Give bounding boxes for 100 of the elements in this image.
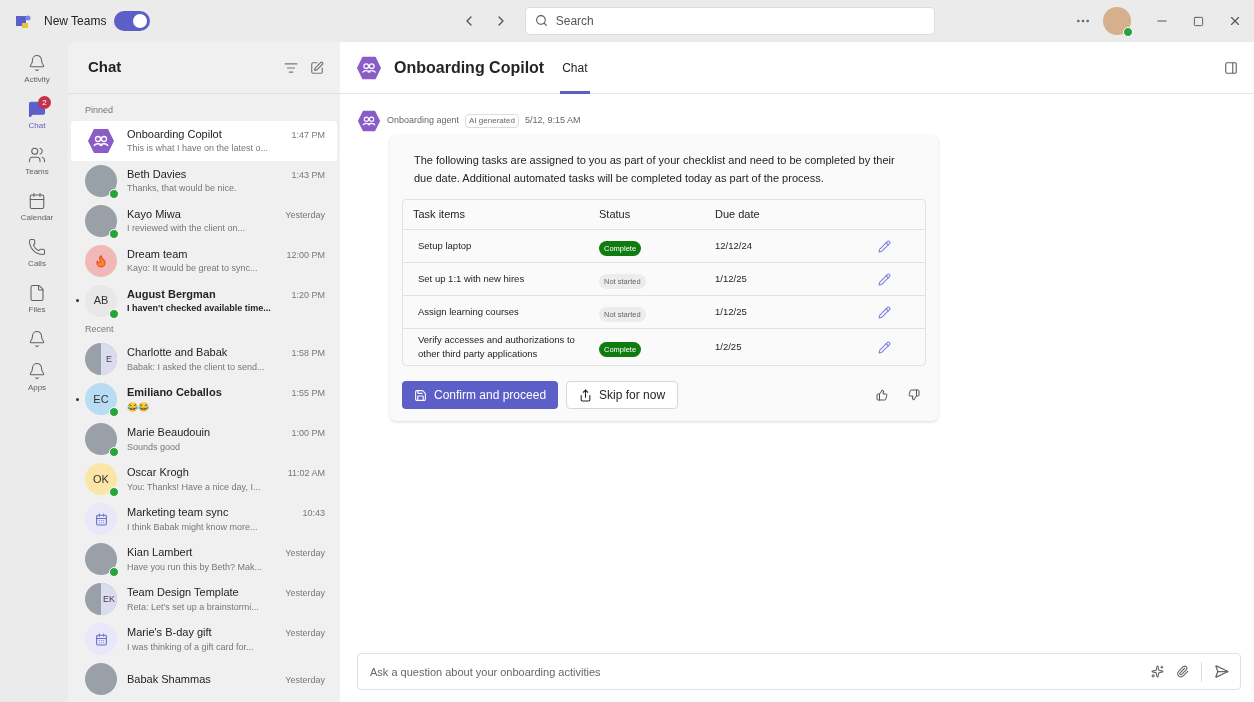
chat-preview: I reviewed with the client on... [127,222,247,235]
chat-name: Charlotte and Babak [127,345,229,360]
chat-time: Yesterday [285,547,325,560]
column-header: Task items [413,207,466,223]
sparkle-icon[interactable] [1151,665,1164,678]
rail-item[interactable]: Chat 2 [11,96,63,132]
avatar-silhouette [85,663,117,695]
rail-item[interactable]: Activity [11,50,63,86]
chat-time: 1:58 PM [291,347,325,360]
chat-list-item[interactable]: Beth Davies 1:43 PM Thanks, that would be nice. [71,160,337,201]
chat-list-item[interactable]: Kian Lambert Yesterday Have you run this by Beth? Mak... [71,539,337,579]
message-composer[interactable]: Ask a question about your onboarding activities [357,653,1241,690]
chat-time: 1:55 PM [291,387,325,400]
chat-preview: I think Babak might know more... [127,520,259,534]
chat-list-item[interactable]: OK Oscar Krogh 11:02 AM You: Thanks! Have a nice day, I... [71,459,337,499]
avatar-silhouette [85,543,117,575]
maximize-icon[interactable] [1193,15,1204,27]
chat-time: Yesterday [285,673,325,687]
sender-name: Onboarding agent [387,114,460,128]
task-name: Setup laptop [417,239,473,253]
file-icon [28,284,46,302]
chat-name: Marie Beaudouin [127,425,212,440]
edit-icon[interactable] [878,340,891,354]
chat-name: Emiliano Ceballos [127,385,223,400]
initials-avatar: OK [85,463,117,495]
side-panel-icon[interactable] [1224,60,1238,75]
ai-generated-tag: AI generated [465,114,519,128]
chat-time: 1:47 PM [291,128,325,142]
rail-item[interactable]: Teams [11,142,63,178]
message-text: The following tasks are assigned to you as part of your checklist and need to be completed by their due date. Additional automated tasks will be completed today as part of the process. [413,153,896,186]
chat-list-item[interactable]: Kayo Miwa Yesterday I reviewed with the client on... [71,200,337,241]
avatar-silhouette [85,164,117,197]
chat-list-item[interactable]: EC Emiliano Ceballos 1:55 PM 😂😂 [71,379,337,419]
thumbs-up-icon[interactable] [876,389,888,401]
new-teams-toggle[interactable] [114,11,151,31]
share-icon [579,388,593,402]
chat-list-item[interactable]: Marketing team sync 10:43 I think Babak might know more... [71,499,337,539]
confirm-button[interactable]: Confirm and proceed [402,381,559,409]
chat-time: 1:20 PM [291,288,325,302]
chat-time: Yesterday [285,587,325,600]
chat-list-item[interactable]: Marie Beaudouin 1:00 PM Sounds good [71,419,337,459]
chat-preview: I was thinking of a gift card for... [127,640,255,654]
task-name: Assign learning courses [417,305,520,319]
conversation-title: Onboarding Copilot [394,57,545,78]
column-header: Status [599,207,632,223]
new-chat-icon[interactable] [310,60,324,75]
chat-name: Babak Shammas [127,671,212,687]
chat-preview: Kayo: It would be great to sync... [127,262,259,275]
filter-icon[interactable] [284,60,298,75]
chat-preview: 😂😂 [127,400,150,414]
chat-tab[interactable]: Chat [560,41,590,94]
chat-preview: Reta: Let's set up a brainstormi... [127,600,260,614]
agent-avatar [357,109,381,133]
avatar-silhouette [85,423,117,455]
profile-avatar[interactable] [1103,7,1131,35]
chat-list-item[interactable]: Babak Shammas Yesterday [71,659,337,699]
chat-time: 1:00 PM [291,427,325,440]
chat-list-item[interactable]: E Charlotte and Babak 1:58 PM Babak: I asked the client to send... [71,339,337,379]
chat-preview: Have you run this by Beth? Mak... [127,560,264,574]
edit-icon[interactable] [878,272,891,286]
chat-list-item[interactable]: Onboarding Copilot 1:47 PM This is what I have on the latest o... [71,120,337,161]
chat-time: Yesterday [285,627,325,640]
edit-icon[interactable] [878,239,891,253]
send-icon[interactable] [1214,664,1229,679]
chat-list-item[interactable]: EK Team Design Template Yesterday Reta: Let's set up a brainstormi... [71,579,337,619]
rail-item[interactable]: Files [11,280,63,316]
search-icon [534,14,548,27]
chat-name: Dream team [127,246,189,262]
search-field[interactable]: Search [524,7,935,35]
skip-button[interactable]: Skip for now [566,381,679,409]
edit-icon[interactable] [878,305,891,319]
attach-icon[interactable] [1176,665,1189,678]
due-date: 1/12/25 [715,271,748,286]
chat-list-item[interactable]: Dream team 12:00 PM Kayo: It would be great to sync... [71,240,337,281]
chat-name: Oscar Krogh [127,465,190,480]
chat-name: Marie's B-day gift [127,625,213,640]
task-name: Verify accesses and authorizations to other third party applications [417,333,576,361]
chat-name: August Bergman [127,286,217,302]
close-icon[interactable] [1228,14,1242,28]
message-time: 5/12, 9:15 AM [524,114,581,128]
chat-list-item[interactable]: Marie's B-day gift Yesterday I was thinking of a gift card for... [71,619,337,659]
rail-item[interactable]: Apps [11,358,63,394]
bell-icon [28,54,46,72]
thumbs-down-icon[interactable] [908,389,920,401]
flame-avatar [85,244,117,277]
chat-preview: This is what I have on the latest o... [127,142,270,155]
avatar-silhouette [85,204,117,237]
initials-avatar: AB [85,284,117,317]
due-date: 12/12/24 [715,238,753,253]
column-header: Due date [715,207,761,223]
rail-item[interactable]: Calendar [11,188,63,224]
phone-icon [28,238,46,256]
chat-list-item[interactable]: AB August Bergman 1:20 PM I haven't checked available time... [71,280,337,321]
chat-list-title: Chat [88,57,123,78]
chat-name: Team Design Template [127,585,240,600]
calendar-avatar [85,623,117,655]
bot-avatar [87,126,115,155]
rail-item[interactable]: Calls [11,234,63,270]
app-logo-icon [16,14,32,28]
chat-preview: Babak: I asked the client to send... [127,360,266,374]
